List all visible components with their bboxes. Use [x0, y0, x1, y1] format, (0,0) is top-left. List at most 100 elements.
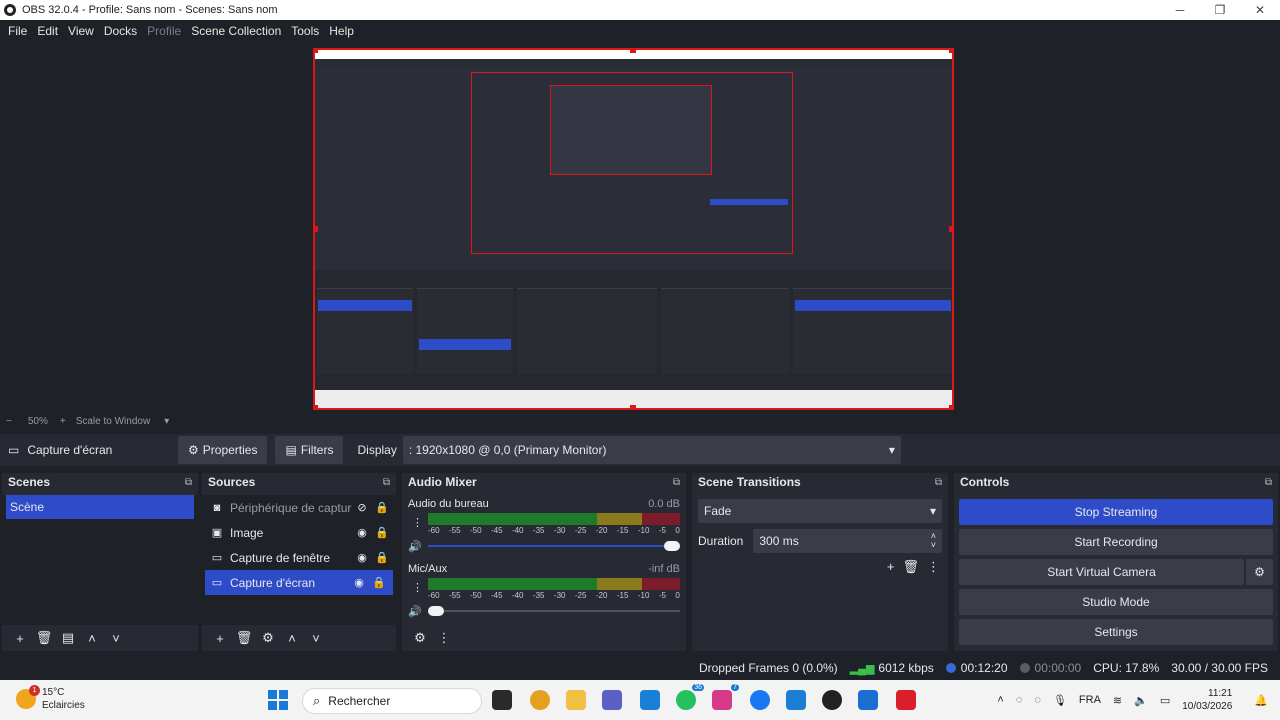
volume-slider[interactable]: 🔊	[408, 540, 680, 553]
lock-icon[interactable]: 🔒	[372, 551, 392, 564]
restore-icon[interactable]: ❐	[1200, 0, 1240, 20]
resize-handle-bottom-left[interactable]	[315, 405, 318, 408]
windows-start-icon[interactable]	[268, 690, 288, 710]
weather-widget[interactable]: 1 15°C Eclaircies	[16, 685, 85, 712]
zoom-out-button[interactable]: −	[6, 416, 12, 427]
menu-help[interactable]: Help	[324, 24, 359, 38]
source-item[interactable]: ◙ Périphérique de capture ⊘ 🔒	[202, 495, 396, 520]
filter-icon[interactable]: ▤	[56, 630, 80, 646]
duration-input[interactable]: 300 ms ˄ ˅	[753, 529, 942, 553]
outlook-icon[interactable]	[858, 690, 878, 710]
add-scene-icon[interactable]: +	[8, 631, 32, 646]
volume-slider[interactable]: 🔊	[408, 605, 680, 618]
undock-icon[interactable]: ⧉	[383, 477, 390, 488]
more-options-icon[interactable]: ⋮	[927, 559, 940, 575]
whatsapp-icon[interactable]: 36	[676, 684, 704, 710]
lock-icon[interactable]: 🔒	[372, 526, 392, 539]
resize-handle-bottom-right[interactable]	[949, 405, 952, 408]
start-recording-button[interactable]: Start Recording	[959, 529, 1273, 555]
chevron-up-icon[interactable]: ˄	[280, 631, 304, 646]
clock[interactable]: 11:21 10/03/2026	[1182, 687, 1244, 713]
scene-item[interactable]: Scène	[6, 495, 194, 519]
notification-icon[interactable]: 🔔	[1254, 694, 1268, 707]
display-select[interactable]: : 1920x1080 @ 0,0 (Primary Monitor) ▾	[402, 436, 901, 464]
source-item-selected[interactable]: ▭ Capture d'écran ◉ 🔒	[205, 570, 393, 595]
file-explorer-icon[interactable]	[566, 690, 586, 710]
menu-file[interactable]: File	[3, 24, 32, 38]
app-icon[interactable]: ◌	[1034, 694, 1041, 706]
eye-icon[interactable]: ◉	[352, 551, 372, 564]
source-item[interactable]: ▣ Image ◉ 🔒	[202, 520, 396, 545]
source-item[interactable]: ▭ Capture de fenêtre ◉ 🔒	[202, 545, 396, 570]
menu-view[interactable]: View	[63, 24, 99, 38]
app-icon[interactable]: ◌	[1016, 694, 1023, 706]
advanced-audio-icon[interactable]: ⚙	[408, 630, 432, 646]
spin-arrows-icon[interactable]: ˄ ˅	[931, 532, 936, 550]
minimize-icon[interactable]: ─	[1160, 0, 1200, 20]
scale-mode[interactable]: Scale to Window	[76, 416, 150, 427]
undock-icon[interactable]: ⧉	[185, 477, 192, 488]
resize-handle-bottom[interactable]	[630, 405, 636, 408]
chevron-down-icon[interactable]: ˅	[304, 631, 328, 646]
instagram-icon[interactable]: 7	[712, 684, 739, 710]
trash-icon[interactable]: 🗑	[32, 630, 56, 646]
zoom-in-button[interactable]: +	[60, 416, 66, 427]
eye-icon[interactable]: ◉	[349, 576, 369, 589]
menu-profile[interactable]: Profile	[142, 24, 186, 38]
teams-icon[interactable]	[602, 690, 622, 710]
resize-handle-top-left[interactable]	[315, 50, 318, 53]
microphone-icon[interactable]: 🎙	[1053, 694, 1067, 707]
speaker-icon[interactable]: 🔊	[408, 605, 424, 618]
app-icon[interactable]	[640, 690, 660, 710]
gear-icon[interactable]: ⚙	[256, 630, 280, 646]
filters-button[interactable]: ▤ Filters	[275, 436, 344, 464]
virtual-camera-settings-button[interactable]: ⚙	[1246, 559, 1273, 585]
menu-tools[interactable]: Tools	[286, 24, 324, 38]
undock-icon[interactable]: ⧉	[1265, 477, 1272, 488]
volume-track[interactable]	[428, 545, 680, 547]
start-virtual-camera-button[interactable]: Start Virtual Camera	[959, 559, 1244, 585]
close-icon[interactable]: ✕	[1240, 0, 1280, 20]
add-transition-icon[interactable]: +	[887, 559, 895, 575]
trash-icon[interactable]: 🗑	[902, 559, 919, 575]
preview-canvas[interactable]	[313, 48, 954, 410]
lock-icon[interactable]: 🔒	[372, 501, 392, 514]
trash-icon[interactable]: 🗑	[232, 630, 256, 646]
language-indicator[interactable]: FRA	[1079, 694, 1101, 706]
resize-handle-top[interactable]	[630, 50, 636, 53]
eye-hidden-icon[interactable]: ⊘	[352, 501, 372, 514]
chrome-icon[interactable]	[530, 690, 550, 710]
menu-scene-collection[interactable]: Scene Collection	[186, 24, 286, 38]
stop-streaming-button[interactable]: Stop Streaming	[959, 499, 1273, 525]
chevron-up-icon[interactable]: ˄	[997, 694, 1003, 706]
resize-handle-left[interactable]	[315, 226, 318, 232]
settings-button[interactable]: Settings	[959, 619, 1273, 645]
chevron-down-icon[interactable]: ˅	[104, 631, 128, 646]
menu-edit[interactable]: Edit	[32, 24, 63, 38]
speaker-icon[interactable]: 🔊	[408, 540, 424, 553]
lock-icon[interactable]: 🔒	[369, 576, 389, 589]
obs-icon[interactable]	[822, 690, 842, 710]
studio-mode-button[interactable]: Studio Mode	[959, 589, 1273, 615]
chevron-up-icon[interactable]: ˄	[80, 631, 104, 646]
volume-knob[interactable]	[428, 606, 444, 616]
undock-icon[interactable]: ⧉	[673, 477, 680, 488]
resize-handle-right[interactable]	[949, 226, 952, 232]
resize-handle-top-right[interactable]	[949, 50, 952, 53]
transition-select[interactable]: Fade ▾	[698, 499, 942, 523]
more-options-icon[interactable]: ⋮	[412, 516, 423, 529]
chevron-down-icon[interactable]: ▾	[164, 416, 169, 427]
app-icon[interactable]	[896, 690, 916, 710]
more-options-icon[interactable]: ⋮	[432, 630, 456, 646]
undock-icon[interactable]: ⧉	[935, 477, 942, 488]
battery-icon[interactable]: ▭	[1160, 694, 1170, 707]
volume-track[interactable]	[428, 610, 680, 612]
eye-icon[interactable]: ◉	[352, 526, 372, 539]
facebook-icon[interactable]	[750, 690, 770, 710]
task-view-icon[interactable]	[492, 690, 512, 710]
menu-docks[interactable]: Docks	[99, 24, 142, 38]
volume-icon[interactable]: 🔈	[1134, 694, 1148, 707]
more-options-icon[interactable]: ⋮	[412, 581, 423, 594]
taskbar-search[interactable]: ⌕ Rechercher	[302, 688, 482, 714]
volume-knob[interactable]	[664, 541, 680, 551]
